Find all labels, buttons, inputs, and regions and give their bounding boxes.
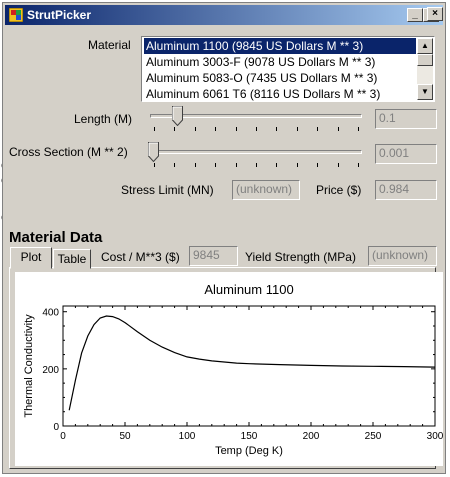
cross-section-slider-tick bbox=[235, 163, 237, 167]
cross-section-slider-tick bbox=[317, 163, 319, 167]
x-axis-label: Temp (Deg K) bbox=[215, 445, 283, 457]
y-tick-label: 200 bbox=[42, 365, 59, 376]
material-label: Material bbox=[88, 38, 131, 52]
y-tick-label: 400 bbox=[42, 308, 59, 319]
plot-area: Aluminum 1100 Temp (Deg K) Thermal Conduct… bbox=[15, 272, 444, 466]
scroll-up-button[interactable]: ▲ bbox=[417, 38, 433, 54]
x-tick-label: 50 bbox=[119, 431, 131, 442]
cost-field[interactable]: 9845 bbox=[189, 246, 238, 266]
length-field[interactable]: 0.1 bbox=[375, 109, 437, 129]
minimize-button[interactable]: _ bbox=[407, 8, 423, 22]
material-list-item[interactable]: Aluminum 5083-O (7435 US Dollars M ** 3) bbox=[144, 70, 416, 86]
cross-section-slider[interactable] bbox=[148, 141, 364, 171]
material-list-item[interactable]: Aluminum 6061 T6 (8116 US Dollars M ** 3… bbox=[144, 86, 416, 101]
length-slider-tick bbox=[256, 127, 257, 131]
cross-section-slider-tick bbox=[256, 163, 257, 167]
x-tick-label: 300 bbox=[427, 431, 443, 442]
stress-limit-field[interactable]: (unknown) bbox=[232, 180, 300, 200]
window-title: StrutPicker bbox=[27, 8, 92, 22]
cross-section-slider-track[interactable] bbox=[150, 150, 362, 154]
length-slider[interactable] bbox=[148, 105, 364, 135]
close-button[interactable]: × bbox=[427, 7, 443, 21]
length-slider-tick bbox=[174, 127, 176, 131]
cross-section-slider-tick bbox=[194, 163, 196, 167]
length-label: Length (M) bbox=[74, 112, 133, 126]
close-icon: × bbox=[432, 8, 438, 19]
x-tick-label: 150 bbox=[241, 431, 258, 442]
minimize-icon: _ bbox=[412, 9, 418, 20]
arrow-down-icon: ▼ bbox=[421, 87, 429, 96]
x-tick-label: 250 bbox=[365, 431, 382, 442]
x-tick-label: 200 bbox=[303, 431, 320, 442]
y-tick-label: 0 bbox=[53, 422, 59, 433]
y-axis-label: Thermal Conductivity bbox=[23, 314, 35, 418]
length-slider-tick bbox=[215, 127, 217, 131]
price-label: Price ($) bbox=[316, 183, 362, 197]
price-field[interactable]: 0.984 bbox=[375, 180, 437, 200]
cost-label: Cost / M**3 ($) bbox=[101, 250, 180, 264]
cross-section-slider-tick bbox=[154, 163, 155, 167]
material-list-item[interactable]: Aluminum 3003-F (9078 US Dollars M ** 3) bbox=[144, 54, 416, 70]
cross-section-slider-tick bbox=[174, 163, 176, 167]
cross-section-slider-tick bbox=[337, 163, 339, 167]
cross-section-slider-tick bbox=[358, 163, 359, 167]
cross-section-label: Cross Section (M ** 2) bbox=[9, 145, 128, 159]
x-tick-label: 0 bbox=[60, 431, 66, 442]
chart-title: Aluminum 1100 bbox=[204, 282, 293, 297]
tab-table[interactable]: Table bbox=[53, 249, 91, 269]
material-list-scrollbar[interactable]: ▲ ▼ bbox=[417, 38, 433, 100]
scroll-thumb[interactable] bbox=[417, 54, 433, 66]
arrow-up-icon: ▲ bbox=[421, 41, 429, 50]
length-slider-tick bbox=[154, 127, 155, 131]
cross-section-slider-tick bbox=[276, 163, 278, 167]
yield-strength-field[interactable]: (unknown) bbox=[368, 246, 437, 266]
thermal-conductivity-chart: Aluminum 1100 Temp (Deg K) Thermal Conduct… bbox=[23, 282, 444, 457]
app-icon bbox=[9, 8, 23, 22]
length-slider-tick bbox=[194, 127, 196, 131]
cross-section-slider-tick bbox=[296, 163, 298, 167]
material-list-item[interactable]: Aluminum 1100 (9845 US Dollars M ** 3) bbox=[144, 38, 416, 54]
material-data-heading: Material Data bbox=[9, 229, 103, 246]
yield-strength-label: Yield Strength (MPa) bbox=[245, 250, 356, 264]
length-slider-tick bbox=[296, 127, 298, 131]
scroll-down-button[interactable]: ▼ bbox=[417, 84, 433, 100]
length-slider-tick bbox=[358, 127, 359, 131]
length-slider-tick bbox=[276, 127, 278, 131]
length-slider-tick bbox=[337, 127, 339, 131]
title-bar[interactable]: StrutPicker _ □ bbox=[5, 5, 443, 25]
series-line bbox=[68, 315, 436, 411]
stress-limit-label: Stress Limit (MN) bbox=[121, 183, 214, 197]
tab-plot[interactable]: Plot bbox=[10, 247, 52, 269]
cross-section-field[interactable]: 0.001 bbox=[375, 144, 437, 164]
cross-section-slider-thumb[interactable] bbox=[148, 142, 159, 162]
length-slider-tick bbox=[235, 127, 237, 131]
material-listbox[interactable]: Aluminum 1100 (9845 US Dollars M ** 3) A… bbox=[141, 36, 435, 102]
x-tick-label: 100 bbox=[179, 431, 196, 442]
length-slider-thumb[interactable] bbox=[172, 106, 184, 126]
cross-section-slider-tick bbox=[215, 163, 217, 167]
length-slider-tick bbox=[317, 127, 319, 131]
